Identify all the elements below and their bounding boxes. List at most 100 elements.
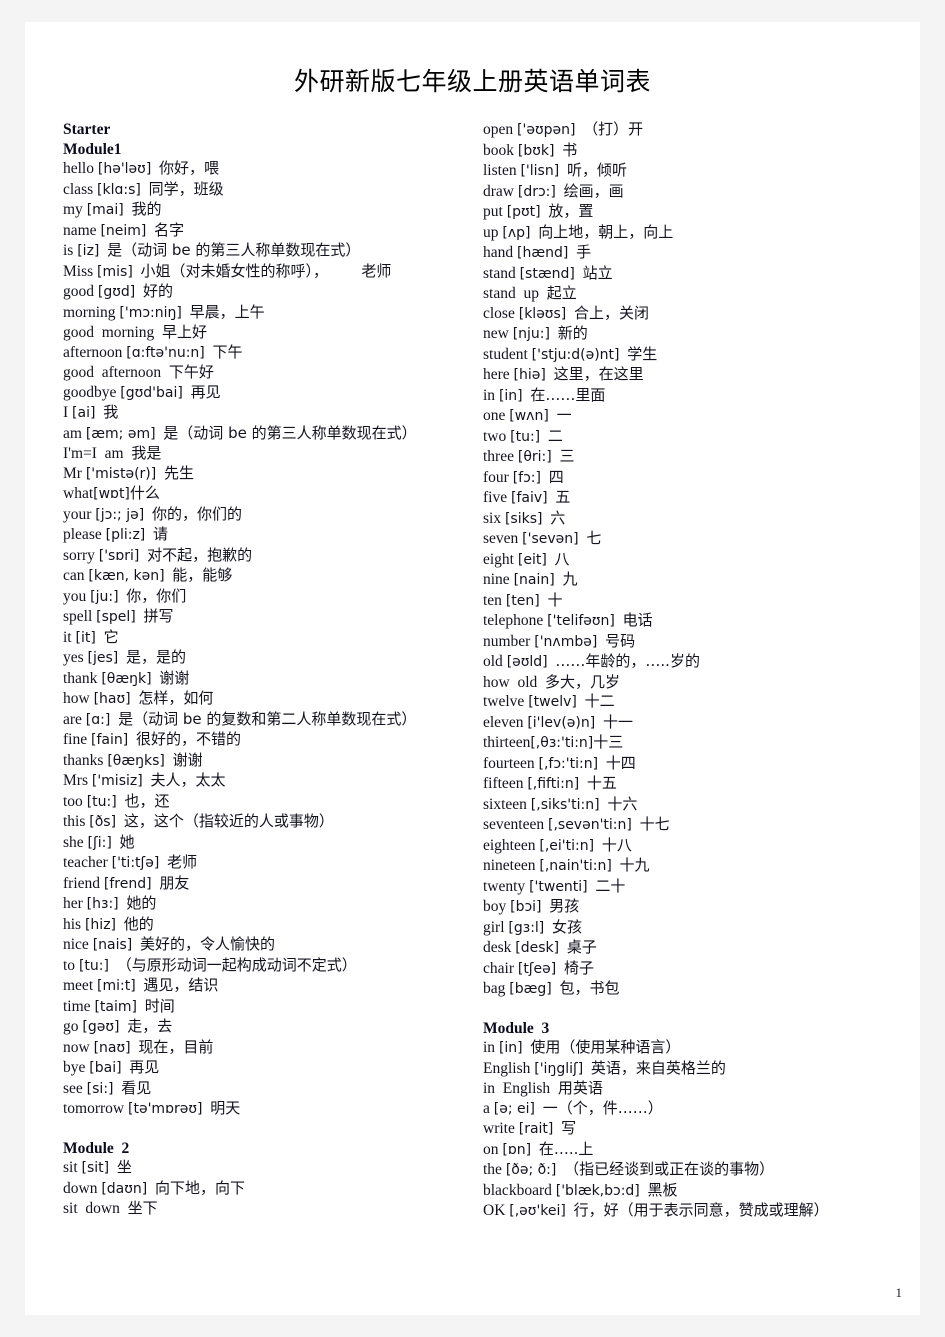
word-translation: 是（动词 be 的第三人称单数现在式） [107, 241, 361, 259]
word-entry: thank [θæŋk] 谢谢 [63, 669, 461, 690]
word-phonetic: [tə'mɒrəʊ] [128, 1101, 203, 1117]
word-phonetic: ['sevən] [522, 531, 579, 547]
word-entry: you [ju:] 你，你们 [63, 587, 461, 608]
word-english: one [483, 407, 506, 424]
word-translation: 拼写 [143, 607, 174, 625]
word-translation: 你，你们 [126, 586, 187, 605]
word-translation: 向上地，朝上，向上 [538, 222, 674, 241]
word-entry: meet [mi:t] 遇见，结识 [63, 976, 461, 997]
word-entry: tomorrow [tə'mɒrəʊ] 明天 [63, 1099, 461, 1120]
word-entry: this [ðs] 这，这个（指较近的人或事物） [63, 812, 461, 833]
word-translation: 我是 [131, 444, 162, 462]
word-entry: bye [bai] 再见 [63, 1058, 461, 1079]
word-translation: 二 [547, 426, 563, 445]
word-phonetic: ['ti:tʃə] [111, 855, 160, 871]
word-english: sixteen [483, 795, 527, 813]
word-english: stand up [483, 285, 539, 302]
word-phonetic: [æm; əm] [85, 425, 156, 442]
word-translation: 她的 [126, 894, 157, 912]
word-phonetic: [,siks'ti:n] [530, 796, 600, 813]
word-entry: bag [bæg] 包，书包 [483, 979, 912, 1000]
word-translation: 十六 [607, 794, 638, 813]
word-translation: 十二 [584, 692, 615, 710]
word-translation: 我 [103, 403, 119, 421]
word-translation: 站立 [582, 263, 613, 282]
word-translation: 写 [561, 1119, 577, 1137]
word-english: five [483, 489, 508, 506]
word-translation: 多大，几岁 [545, 672, 621, 691]
word-entry: good morning 早上好 [63, 323, 461, 343]
word-phonetic: [iz] [77, 243, 100, 259]
word-english: name [63, 221, 97, 239]
word-english: can [63, 567, 85, 584]
word-english: fourteen [483, 754, 535, 772]
word-entry: hand [hænd] 手 [483, 243, 912, 264]
word-translation: 向下地，向下 [155, 1178, 246, 1197]
word-english: two [483, 427, 507, 445]
word-entry: five [faiv] 五 [483, 488, 912, 509]
word-english: fifteen [483, 775, 524, 792]
word-translation: 十一 [602, 712, 633, 731]
word-entry: write [rait] 写 [483, 1119, 912, 1140]
word-phonetic: [wʌn] [509, 408, 549, 424]
word-translation: 使用（使用某种语言） [530, 1038, 681, 1056]
word-phonetic: ['nʌmbə] [534, 633, 598, 650]
word-translation: 号码 [605, 631, 636, 650]
word-phonetic: ['sɒri] [98, 547, 140, 564]
word-entry: how old 多大，几岁 [483, 673, 912, 693]
word-translation: 听，倾听 [566, 161, 627, 179]
word-phonetic: [rait] [518, 1121, 554, 1137]
word-translation: 十五 [586, 774, 617, 792]
word-translation: 电话 [622, 611, 653, 629]
word-entry: your [jɔ:; jə] 你的，你们的 [63, 505, 461, 526]
word-phonetic: [hə'ləʊ] [97, 161, 152, 177]
word-translation: 对不起，抱歉的 [147, 545, 253, 564]
word-translation: 夫人，太太 [150, 771, 226, 789]
document-page: 外研新版七年级上册英语单词表 Starter Module1 hello [hə'l… [25, 22, 920, 1315]
word-translation: 四 [548, 467, 564, 486]
word-entry: English ['iŋgliʃ] 英语，来自英格兰的 [483, 1059, 912, 1080]
word-entry: telephone ['telifəʊn] 电话 [483, 611, 912, 632]
word-english: close [483, 304, 515, 322]
word-translation: 六 [550, 508, 566, 527]
word-english: English [483, 1059, 531, 1077]
word-phonetic: ['iŋgliʃ] [534, 1060, 584, 1077]
word-entry: friend [frend] 朋友 [63, 874, 461, 895]
word-phonetic: [naʊ] [93, 1039, 131, 1056]
word-english: ten [483, 591, 502, 609]
word-translation: （指已经谈到或正在谈的事物） [564, 1160, 775, 1178]
word-entry: thanks [θæŋks] 谢谢 [63, 751, 461, 772]
word-phonetic: ['lisn] [520, 163, 560, 179]
word-phonetic: [,fifti:n] [527, 776, 580, 792]
word-translation: 书 [562, 140, 578, 159]
word-translation: 小姐（对未婚女性的称呼）， 老师 [140, 261, 392, 280]
word-english: chair [483, 959, 514, 977]
word-english: my [63, 201, 83, 218]
word-phonetic: [tu:] [86, 793, 117, 810]
word-translation: 十八 [601, 835, 632, 854]
word-phonetic: [ɑ:ftə'nu:n] [126, 344, 205, 361]
word-entry: am [æm; əm] 是（动词 be 的第三人称单数现在式） [63, 424, 461, 445]
word-phonetic: [siks] [504, 510, 543, 527]
word-phonetic: [haʊ] [93, 691, 131, 707]
word-english: Miss [63, 262, 94, 280]
word-english: friend [63, 874, 101, 892]
word-english: sit [63, 1159, 78, 1176]
word-english: student [483, 345, 528, 363]
word-entry: nine [nain] 九 [483, 570, 912, 591]
word-entry: now [naʊ] 现在，目前 [63, 1038, 461, 1059]
module-heading: Module 2 [63, 1139, 130, 1157]
word-translation: 用英语 [557, 1079, 603, 1097]
word-phonetic: [twelv] [528, 694, 577, 710]
word-phonetic: [ʌp] [502, 224, 531, 241]
word-entry: chair [tʃeə] 椅子 [483, 959, 912, 980]
word-phonetic: [ɑ:] [85, 711, 111, 728]
word-entry: down [daʊn] 向下地，向下 [63, 1179, 461, 1200]
word-entry: fine [fain] 很好的，不错的 [63, 730, 461, 751]
word-english: how old [483, 673, 538, 691]
word-english: I [63, 404, 69, 421]
word-entry: old [əʊld] ……年龄的，…..岁的 [483, 652, 912, 673]
word-phonetic: [fɔ:] [512, 469, 541, 486]
word-entry: on [ɒn] 在…..上 [483, 1140, 912, 1161]
word-translation: 男孩 [549, 897, 580, 915]
